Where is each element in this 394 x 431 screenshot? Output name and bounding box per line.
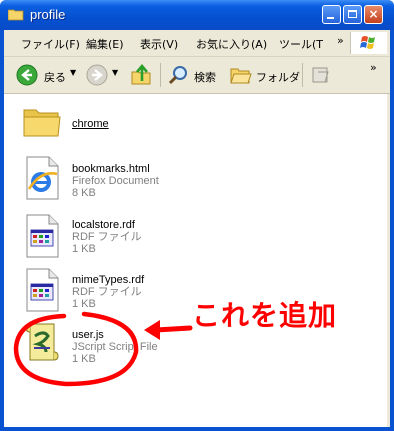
explorer-window: profile × ファイル(F) 編集(E) 表示(V) お気に入り(A) ツ… <box>0 0 394 431</box>
forward-dropdown-icon[interactable]: ▼ <box>112 68 118 77</box>
menu-overflow-chevron[interactable]: » <box>337 34 344 47</box>
menu-bar: ファイル(F) 編集(E) 表示(V) お気に入り(A) ツール(T » <box>4 30 390 57</box>
menu-tools[interactable]: ツール(T <box>279 36 323 52</box>
toolbar-separator <box>302 63 303 87</box>
scrollbar[interactable] <box>387 94 390 427</box>
back-arrow-icon[interactable] <box>16 64 38 86</box>
menu-file[interactable]: ファイル(F) <box>21 36 80 52</box>
file-list: chrome bookmarks.html Firefox Document 8… <box>4 94 387 427</box>
menu-view[interactable]: 表示(V) <box>140 36 178 52</box>
search-button-label[interactable]: 検索 <box>194 69 216 85</box>
folders-button-label[interactable]: フォルダ <box>256 69 300 85</box>
windows-flag-icon <box>360 36 375 49</box>
toolbar-separator <box>160 63 161 87</box>
up-folder-icon[interactable] <box>130 63 154 87</box>
title-bar[interactable]: profile × <box>0 0 394 30</box>
search-icon[interactable] <box>168 64 190 86</box>
maximize-button[interactable] <box>343 5 362 24</box>
back-button-label[interactable]: 戻る <box>44 69 66 85</box>
folder-icon <box>8 9 24 21</box>
annotation-text: これを追加 <box>192 299 338 332</box>
folders-icon[interactable] <box>230 64 252 86</box>
back-dropdown-icon[interactable]: ▼ <box>70 68 76 77</box>
minimize-button[interactable] <box>322 5 341 24</box>
highlight-circle <box>13 311 139 387</box>
window-title: profile <box>30 7 66 22</box>
annotation-arrowhead <box>144 320 160 340</box>
toolbar-overflow-chevron[interactable]: » <box>370 61 377 74</box>
windows-logo <box>350 32 387 54</box>
views-icon[interactable] <box>310 64 332 86</box>
toolbar: 戻る ▼ ▼ 検索 フォルダ » <box>4 57 390 94</box>
menu-favorites[interactable]: お気に入り(A) <box>196 36 267 52</box>
close-button[interactable]: × <box>364 5 383 24</box>
annotation-marks <box>13 311 193 387</box>
menu-edit[interactable]: 編集(E) <box>86 36 124 52</box>
annotation-arrow <box>153 325 193 333</box>
forward-arrow-icon[interactable] <box>86 64 108 86</box>
